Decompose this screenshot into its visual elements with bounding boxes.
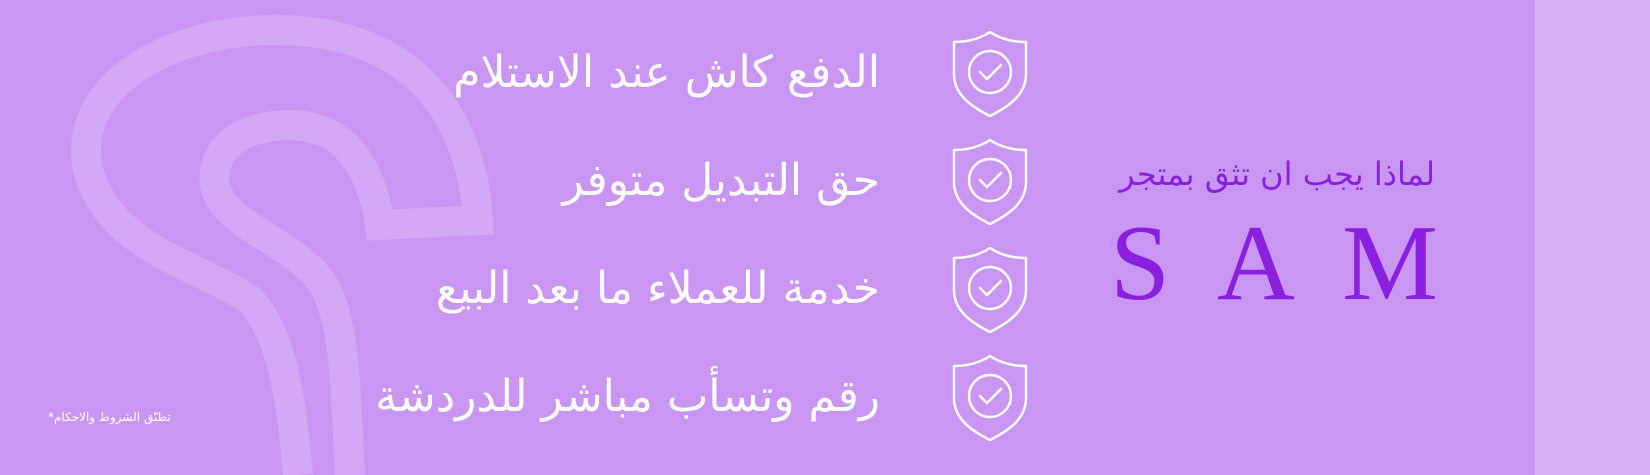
feature-row-exchange: حق التبديل متوفر: [330, 136, 1030, 226]
terms-note: تطبّق الشروط والاحكام*: [48, 410, 171, 424]
feature-label: حق التبديل متوفر: [562, 155, 880, 206]
feature-row-whatsapp-chat: رقم وتسأب مباشر للدردشة: [330, 352, 1030, 442]
feature-label: رقم وتسأب مباشر للدردشة: [375, 371, 880, 422]
side-strip: [1535, 0, 1650, 475]
shield-check-icon: [952, 246, 1028, 334]
feature-label: الدفع كاش عند الاستلام: [453, 47, 880, 98]
shield-check-icon: [952, 354, 1028, 442]
feature-row-cash-on-delivery: الدفع كاش عند الاستلام: [330, 28, 1030, 118]
brand-tagline: لماذا يجب ان تثق بمتجر: [1119, 155, 1435, 193]
brand-letter: M: [1341, 204, 1438, 323]
brand-logo: S A M: [1090, 204, 1450, 323]
brand-block: لماذا يجب ان تثق بمتجر S A M: [1090, 155, 1450, 323]
shield-check-icon: [952, 138, 1028, 226]
feature-label: خدمة للعملاء ما بعد البيع: [435, 263, 880, 314]
feature-row-after-sales-service: خدمة للعملاء ما بعد البيع: [330, 244, 1030, 334]
brand-letter: A: [1217, 204, 1296, 323]
shield-check-icon: [952, 30, 1028, 118]
brand-letter: S: [1110, 204, 1171, 323]
